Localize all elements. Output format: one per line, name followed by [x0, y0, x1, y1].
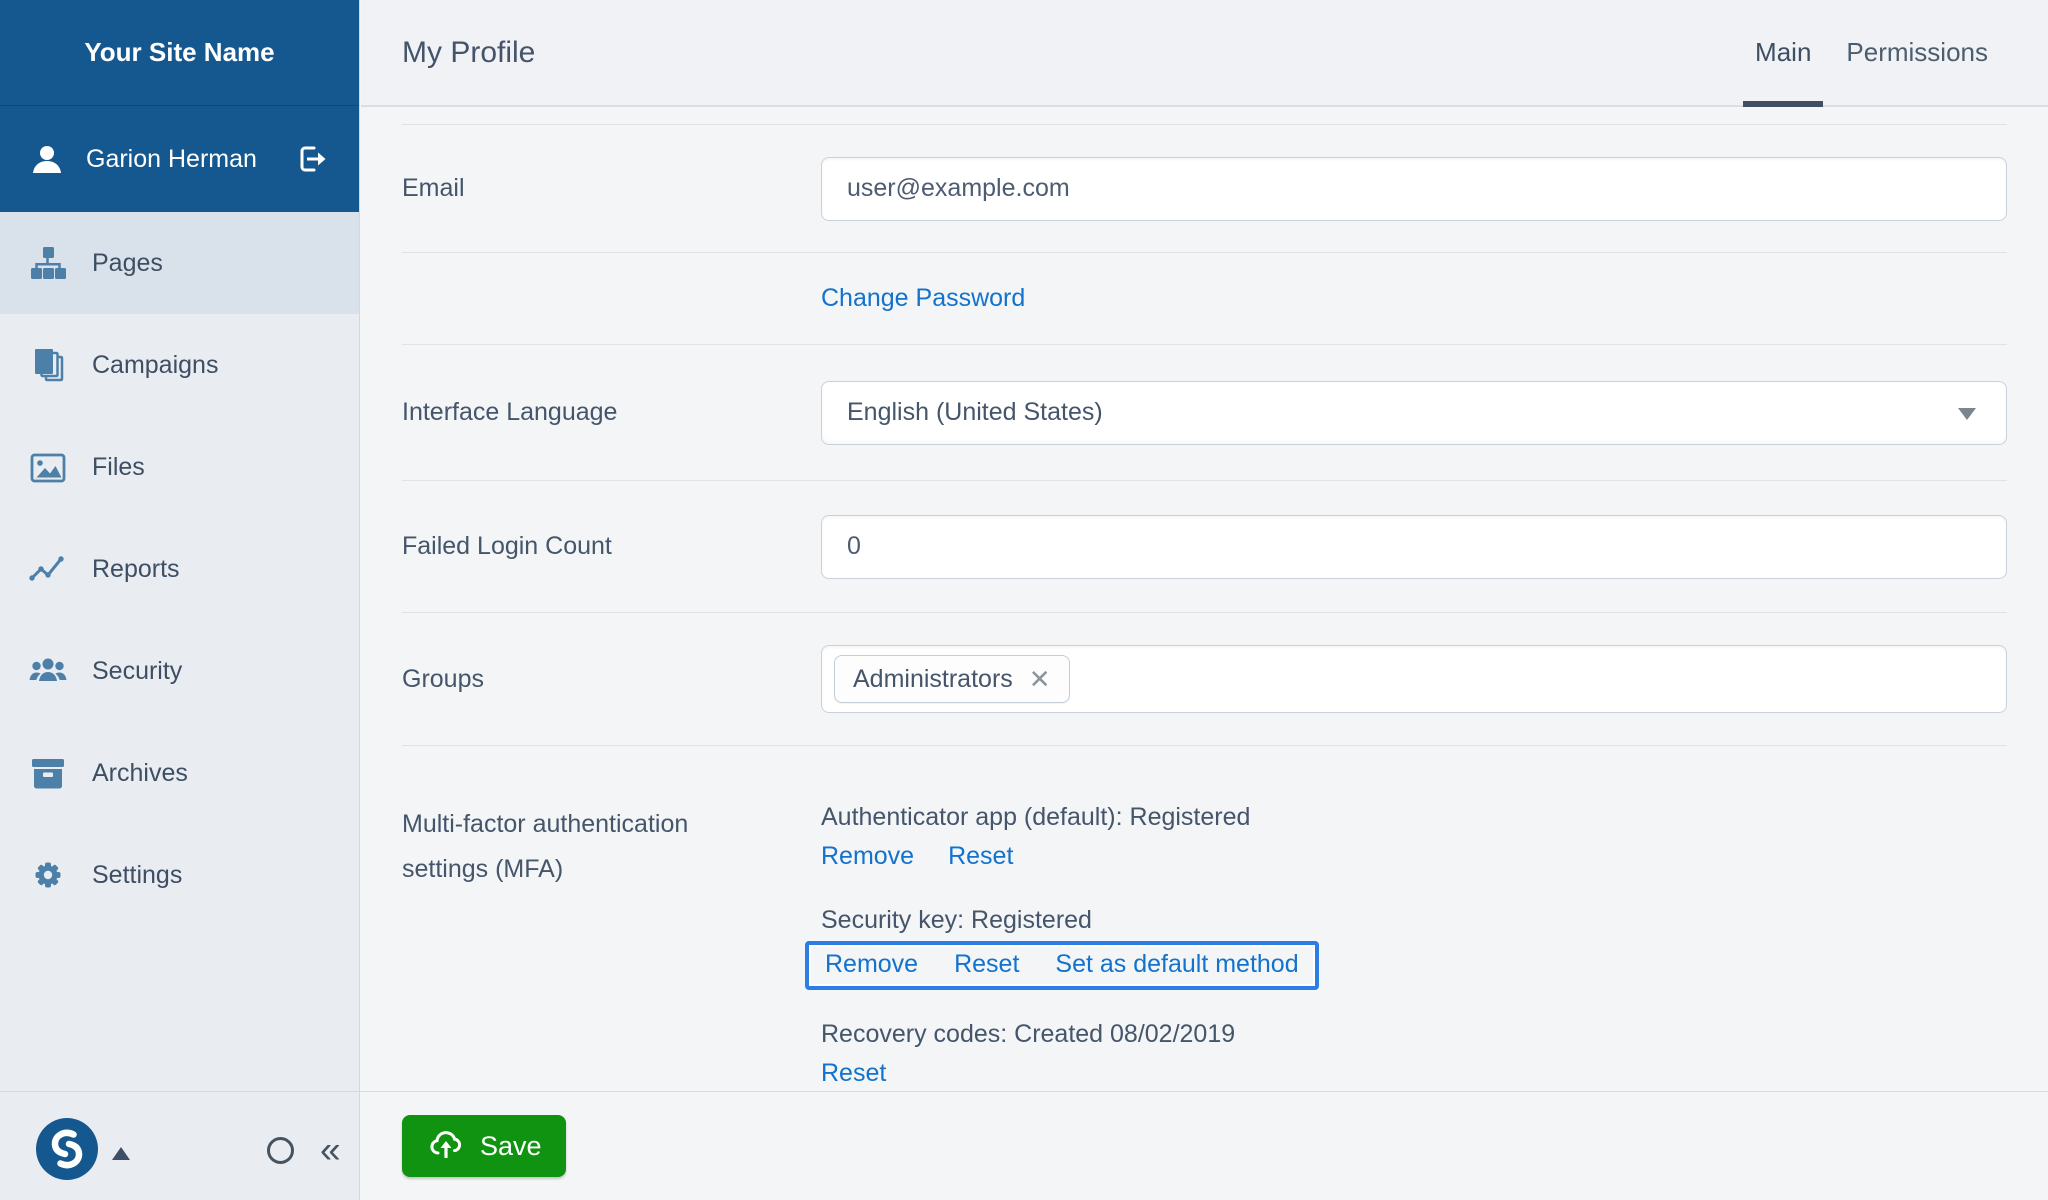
- sidebar-item-files[interactable]: Files: [0, 416, 359, 518]
- archive-box-icon: [28, 753, 68, 793]
- line-chart-icon: [28, 549, 68, 589]
- gear-icon: [28, 855, 68, 895]
- email-field[interactable]: [821, 157, 2007, 221]
- sidebar-item-label: Archives: [92, 759, 188, 788]
- failed-login-row: Failed Login Count: [402, 481, 2007, 613]
- logout-icon[interactable]: [293, 141, 329, 177]
- tab-permissions[interactable]: Permissions: [1834, 0, 2000, 105]
- change-password-link[interactable]: Change Password: [821, 284, 1025, 312]
- recovery-codes-reset-link[interactable]: Reset: [821, 1059, 886, 1088]
- groups-field[interactable]: Administrators ✕: [821, 645, 2007, 713]
- main-content: My Profile Main Permissions Email Change…: [361, 0, 2048, 1200]
- interface-language-value: English (United States): [847, 398, 1103, 427]
- interface-language-label: Interface Language: [402, 398, 821, 427]
- site-name: Your Site Name: [0, 0, 359, 106]
- sidebar-item-settings[interactable]: Settings: [0, 824, 359, 926]
- sidebar-item-archives[interactable]: Archives: [0, 722, 359, 824]
- user-name: Garion Herman: [86, 145, 271, 174]
- mfa-row: Multi-factor authentication settings (MF…: [402, 746, 2007, 1123]
- save-button[interactable]: Save: [402, 1115, 566, 1177]
- failed-login-label: Failed Login Count: [402, 532, 821, 561]
- security-key-status: Security key: Registered: [821, 905, 2007, 936]
- interface-language-row: Interface Language English (United State…: [402, 345, 2007, 481]
- sidebar-item-security[interactable]: Security: [0, 620, 359, 722]
- groups-label: Groups: [402, 665, 821, 694]
- authenticator-actions: Remove Reset: [821, 842, 2007, 871]
- footer-divider: [0, 1091, 2048, 1092]
- sidebar-menu: Pages Campaigns Files Reports: [0, 212, 359, 926]
- sidebar-item-campaigns[interactable]: Campaigns: [0, 314, 359, 416]
- sidebar-item-pages[interactable]: Pages: [0, 212, 359, 314]
- user-icon: [30, 142, 64, 176]
- sidebar-item-label: Settings: [92, 861, 182, 890]
- sidebar-item-label: Files: [92, 453, 145, 482]
- group-chip: Administrators ✕: [834, 655, 1070, 703]
- group-chip-label: Administrators: [853, 665, 1013, 694]
- save-button-label: Save: [480, 1131, 542, 1162]
- security-key-actions-highlight: Remove Reset Set as default method: [805, 941, 1319, 990]
- sitemap-icon: [28, 243, 68, 283]
- security-key-remove-link[interactable]: Remove: [825, 950, 918, 979]
- header-tabs: Main Permissions: [1743, 0, 2000, 105]
- sidebar-item-label: Campaigns: [92, 351, 218, 380]
- remove-group-icon[interactable]: ✕: [1029, 666, 1051, 692]
- security-key-reset-link[interactable]: Reset: [954, 950, 1019, 979]
- page-title: My Profile: [402, 36, 535, 70]
- mfa-label: Multi-factor authentication settings (MF…: [402, 802, 747, 892]
- sidebar-user-row[interactable]: Garion Herman: [0, 106, 359, 212]
- failed-login-field[interactable]: [821, 515, 2007, 579]
- stacked-pages-icon: [28, 345, 68, 385]
- users-icon: [28, 651, 68, 691]
- save-bar: Save: [361, 1092, 2048, 1200]
- sidebar-item-label: Reports: [92, 555, 180, 584]
- tab-main[interactable]: Main: [1743, 0, 1823, 105]
- email-row: Email: [402, 125, 2007, 253]
- profile-form: Email Change Password Interface Language…: [402, 124, 2007, 1123]
- app-root: Your Site Name Garion Herman Pages: [0, 0, 2048, 1200]
- security-key-set-default-link[interactable]: Set as default method: [1055, 950, 1298, 979]
- page-header: My Profile Main Permissions: [361, 0, 2048, 107]
- authenticator-status: Authenticator app (default): Registered: [821, 802, 2007, 833]
- sidebar-item-label: Pages: [92, 249, 163, 278]
- recovery-codes-status: Recovery codes: Created 08/02/2019: [821, 1019, 2007, 1050]
- sidebar-header: Your Site Name Garion Herman: [0, 0, 359, 212]
- change-password-row: Change Password: [402, 253, 2007, 345]
- email-label: Email: [402, 174, 821, 203]
- sidebar: Your Site Name Garion Herman Pages: [0, 0, 360, 1200]
- sidebar-item-label: Security: [92, 657, 182, 686]
- authenticator-remove-link[interactable]: Remove: [821, 842, 914, 871]
- mfa-settings: Authenticator app (default): Registered …: [821, 802, 2007, 1088]
- sidebar-item-reports[interactable]: Reports: [0, 518, 359, 620]
- cms-logo[interactable]: [36, 1118, 98, 1180]
- interface-language-select[interactable]: English (United States): [821, 381, 2007, 445]
- status-circle-icon[interactable]: [267, 1137, 294, 1164]
- cloud-upload-icon: [426, 1126, 466, 1166]
- collapse-sidebar-button[interactable]: «: [320, 1127, 341, 1173]
- chevron-down-icon: [1958, 408, 1976, 420]
- logo-menu-caret-icon[interactable]: [112, 1147, 130, 1160]
- image-icon: [28, 447, 68, 487]
- groups-row: Groups Administrators ✕: [402, 613, 2007, 746]
- authenticator-reset-link[interactable]: Reset: [948, 842, 1013, 871]
